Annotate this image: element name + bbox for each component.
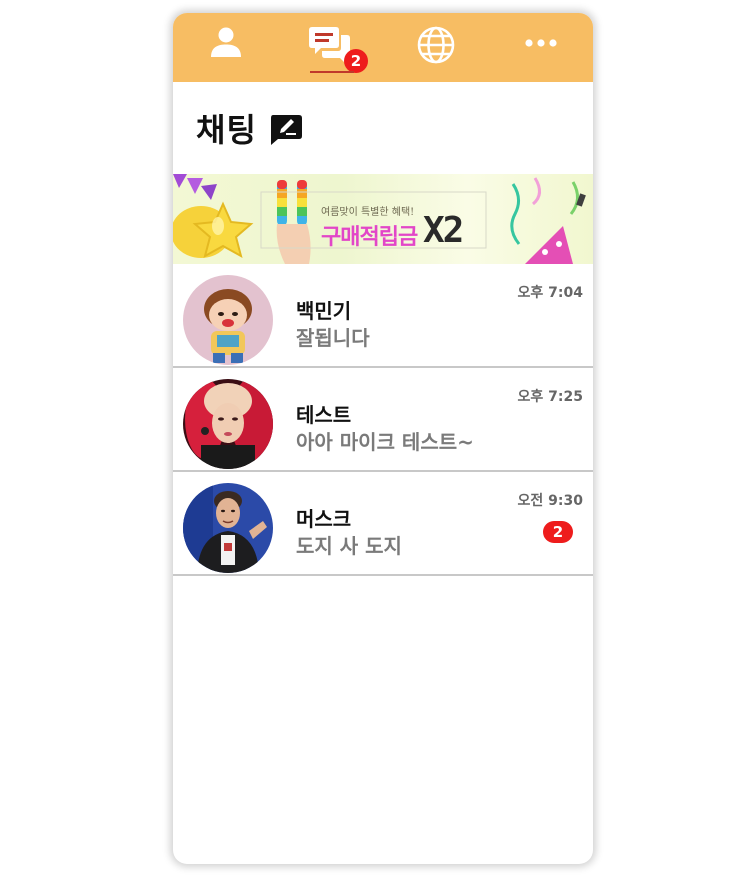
chat-tab-badge: 2 [344, 49, 368, 73]
avatar [183, 379, 273, 469]
more-dots-icon [524, 39, 557, 47]
tab-more[interactable] [488, 13, 593, 82]
chat-time: 오전 9:30 [517, 493, 583, 509]
page-header: 채팅 [173, 82, 593, 174]
chat-name: 백민기 [296, 299, 352, 323]
banner-multiplier: X2 [423, 210, 464, 251]
top-nav: 2 [173, 13, 593, 82]
page-title: 채팅 [196, 111, 257, 149]
chat-name: 테스트 [296, 403, 352, 427]
banner-subtitle: 여름맞이 특별한 혜택! [321, 207, 415, 218]
promo-banner[interactable]: 여름맞이 특별한 혜택! 구매적립금 X2 [173, 174, 593, 264]
avatar [183, 275, 273, 365]
avatar [183, 483, 273, 573]
compose-icon[interactable] [269, 114, 303, 146]
globe-icon [417, 26, 454, 64]
chat-list: 백민기 잘됩니다 오후 7:04 테스트 아아 마이크 테스트~ 오후 7:25… [173, 264, 593, 576]
phone-frame: 2 채팅 여름맞이 특별한 혜택! 구매적립금 X2 백민기 잘됩니다 오후 7… [173, 13, 593, 864]
tab-explore[interactable] [383, 13, 488, 82]
chat-last-message: 아아 마이크 테스트~ [296, 430, 474, 454]
chat-name: 머스크 [296, 507, 352, 531]
unread-badge: 2 [543, 521, 573, 543]
chat-row[interactable]: 백민기 잘됩니다 오후 7:04 [173, 264, 593, 368]
tab-friends[interactable] [173, 13, 278, 82]
person-icon [210, 27, 241, 57]
chat-row[interactable]: 머스크 도지 사 도지 오전 9:30 2 [173, 472, 593, 576]
banner-headline: 구매적립금 [321, 225, 418, 250]
tab-chats[interactable]: 2 [278, 13, 383, 82]
chat-row[interactable]: 테스트 아아 마이크 테스트~ 오후 7:25 [173, 368, 593, 472]
chat-last-message: 잘됩니다 [296, 326, 370, 350]
chat-time: 오후 7:25 [517, 389, 583, 405]
chat-time: 오후 7:04 [517, 285, 583, 301]
chat-last-message: 도지 사 도지 [296, 534, 402, 558]
